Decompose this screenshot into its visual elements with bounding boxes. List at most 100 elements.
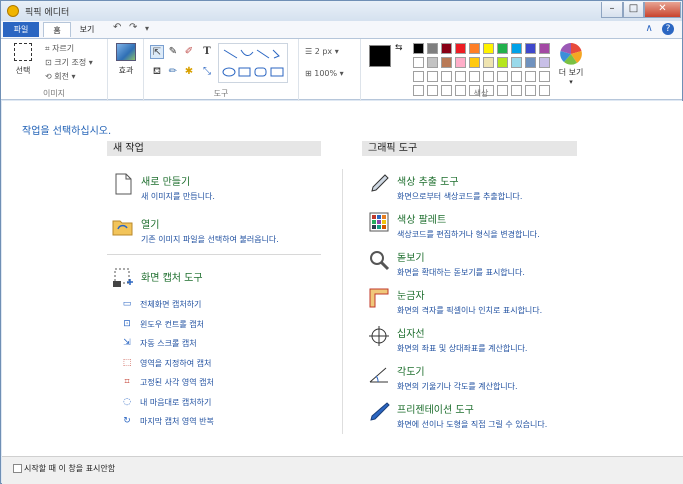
new-file-desc: 새 이미지를 만듭니다. — [141, 192, 215, 201]
marker-tool-icon[interactable]: ✏ — [166, 65, 180, 79]
select-button[interactable]: 선택 — [9, 43, 37, 76]
line-width-dropdown[interactable]: ☰ 2 px ▾ — [305, 47, 339, 56]
custom-color-slot[interactable] — [511, 71, 522, 82]
screen-capture-icon — [113, 268, 133, 287]
palette-swatch[interactable] — [483, 43, 494, 54]
palette-swatch[interactable] — [497, 57, 508, 68]
pen-tool-icon[interactable]: ✎ — [166, 45, 180, 59]
custom-color-slot[interactable] — [525, 71, 536, 82]
startup-checkbox[interactable] — [13, 464, 22, 473]
tab-view[interactable]: 보기 — [75, 22, 99, 37]
screen-capture-link[interactable]: 화면 캡처 도구 — [141, 269, 203, 284]
palette-swatch[interactable] — [441, 57, 452, 68]
new-file-icon — [115, 173, 132, 195]
palette-swatch[interactable] — [539, 57, 550, 68]
maximize-button[interactable]: □ — [623, 2, 644, 18]
custom-color-slot[interactable] — [427, 71, 438, 82]
redo-icon[interactable]: ↷ — [129, 22, 137, 33]
crosshair-desc: 화면의 좌표 및 상대좌표를 계산합니다. — [397, 344, 528, 353]
magnifier-desc: 화면을 확대하는 돋보기를 표시합니다. — [397, 268, 525, 277]
brush-tool-icon[interactable]: ✐ — [182, 45, 196, 59]
window-control-capture-icon: ⊡ — [123, 318, 131, 329]
capture-option[interactable]: 자동 스크롤 캡처 — [140, 338, 197, 349]
custom-color-slot[interactable] — [469, 71, 480, 82]
color-wheel-icon — [560, 43, 582, 65]
minimize-button[interactable]: – — [601, 2, 623, 18]
resize-button[interactable]: ⊡ 크기 조정 ▾ — [45, 57, 93, 68]
palette-swatch[interactable] — [455, 57, 466, 68]
fixed-region-capture-icon: ⌗ — [124, 377, 130, 387]
palette-swatch[interactable] — [413, 57, 424, 68]
magnifier-link[interactable]: 돋보기 — [397, 249, 425, 264]
select-label: 선택 — [15, 66, 31, 75]
new-work-header: 새 작업 — [107, 141, 321, 156]
color-group-label: 색상 — [473, 89, 489, 98]
zoom-dropdown[interactable]: ⊞ 100% ▾ — [305, 69, 344, 78]
presentation-link[interactable]: 프리젠테이션 도구 — [397, 401, 474, 416]
presentation-desc: 화면에 선이나 도형을 직접 그릴 수 있습니다. — [397, 420, 548, 429]
primary-color-swatch[interactable] — [369, 45, 391, 67]
capture-option[interactable]: 윈도우 컨트롤 캡처 — [140, 319, 204, 330]
section-divider — [107, 254, 321, 255]
palette-swatch[interactable] — [497, 43, 508, 54]
shapes-icon[interactable] — [219, 44, 289, 84]
palette-swatch[interactable] — [539, 43, 550, 54]
custom-color-slot[interactable] — [539, 71, 550, 82]
presentation-pen-icon — [370, 402, 390, 421]
color-picker-tool-icon[interactable]: ⤡ — [200, 65, 214, 79]
pointer-tool-icon[interactable]: ⇱ — [150, 45, 164, 59]
custom-color-slot[interactable] — [441, 71, 452, 82]
palette-swatch[interactable] — [483, 57, 494, 68]
crosshair-link[interactable]: 십자선 — [397, 325, 425, 340]
custom-color-slot[interactable] — [483, 71, 494, 82]
qat-dropdown-icon[interactable]: ▾ — [145, 24, 149, 33]
ruler-link[interactable]: 눈금자 — [397, 287, 425, 302]
more-colors-label: 더 보기 — [558, 68, 584, 77]
capture-option[interactable]: 마지막 캡처 영역 반복 — [140, 416, 214, 427]
capture-option[interactable]: 고정된 사각 영역 캡처 — [140, 377, 214, 388]
help-icon[interactable]: ? — [662, 23, 674, 35]
ribbon: 선택 ⌗ 자르기 ⊡ 크기 조정 ▾ ⟲ 회전 ▾ 이미지 효과 ⇱ ✎ ✐ T… — [1, 38, 682, 101]
startup-checkbox-label[interactable]: 시작할 때 이 창을 표시안함 — [24, 463, 115, 474]
undo-icon[interactable]: ↶ — [113, 22, 121, 33]
rotate-button[interactable]: ⟲ 회전 ▾ — [45, 71, 76, 82]
capture-option[interactable]: 내 마음대로 캡처하기 — [140, 397, 211, 408]
palette-swatch[interactable] — [469, 43, 480, 54]
palette-swatch[interactable] — [525, 43, 536, 54]
protractor-desc: 화면의 기울기나 각도를 계산합니다. — [397, 382, 518, 391]
tab-home[interactable]: 홈 — [43, 22, 71, 37]
palette-swatch[interactable] — [469, 57, 480, 68]
palette-swatch[interactable] — [427, 57, 438, 68]
open-file-link[interactable]: 열기 — [141, 216, 159, 231]
text-tool-icon[interactable]: T — [200, 45, 214, 59]
effects-button[interactable]: 효과 — [113, 43, 139, 76]
capture-option[interactable]: 영역을 지정하여 캡처 — [140, 358, 211, 369]
protractor-link[interactable]: 각도기 — [397, 363, 425, 378]
highlighter-tool-icon[interactable]: ✱ — [182, 65, 196, 79]
color-picker-link[interactable]: 색상 추출 도구 — [397, 173, 459, 188]
palette-swatch[interactable] — [441, 43, 452, 54]
crop-label: 자르기 — [52, 44, 75, 53]
swap-colors-icon[interactable]: ⇆ — [395, 43, 403, 53]
palette-swatch[interactable] — [455, 43, 466, 54]
close-button[interactable]: ✕ — [644, 2, 681, 18]
palette-swatch[interactable] — [427, 43, 438, 54]
ribbon-collapse-icon[interactable]: ∧ — [645, 23, 652, 34]
zoom-value: 100% — [314, 69, 338, 78]
capture-option[interactable]: 전체화면 캡처하기 — [140, 299, 201, 310]
custom-color-slot[interactable] — [455, 71, 466, 82]
fill-tool-icon[interactable]: ⛾ — [150, 65, 164, 79]
new-file-link[interactable]: 새로 만들기 — [141, 173, 190, 188]
palette-swatch[interactable] — [511, 57, 522, 68]
tab-file[interactable]: 파일 — [3, 22, 39, 37]
palette-swatch[interactable] — [525, 57, 536, 68]
palette-swatch[interactable] — [511, 43, 522, 54]
custom-color-slot[interactable] — [413, 71, 424, 82]
select-icon — [14, 43, 32, 61]
more-colors-button[interactable]: 더 보기 ▾ — [556, 43, 586, 86]
custom-color-slot[interactable] — [497, 71, 508, 82]
color-palette-link[interactable]: 색상 팔레트 — [397, 211, 446, 226]
crop-button[interactable]: ⌗ 자르기 — [45, 43, 74, 54]
column-divider — [342, 169, 343, 434]
palette-swatch[interactable] — [413, 43, 424, 54]
